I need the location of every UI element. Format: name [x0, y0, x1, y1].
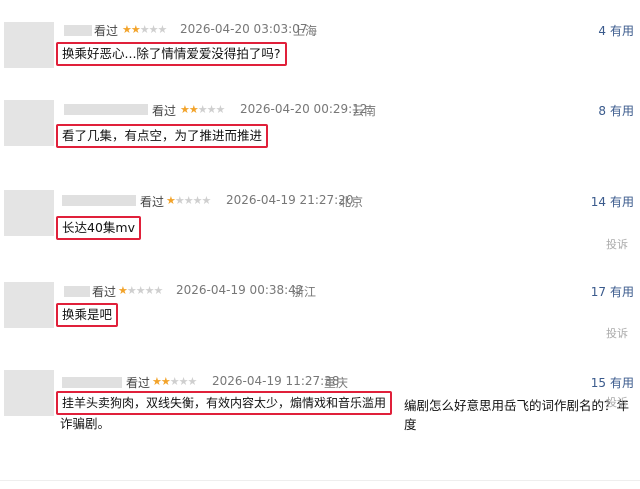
- review-time: 2026-04-20 00:29:12: [240, 102, 368, 116]
- useful-button[interactable]: 17 有用: [591, 283, 634, 300]
- review-time: 2026-04-19 21:27:20: [226, 193, 354, 207]
- comment-continuation: 诈骗剧。: [60, 416, 111, 431]
- star-icon: ★★: [152, 375, 171, 388]
- rating-stars: ★★★★★: [152, 375, 198, 389]
- useful-button[interactable]: 14 有用: [591, 193, 634, 210]
- rating-stars: ★★★★★: [118, 284, 163, 298]
- username[interactable]: [62, 195, 136, 206]
- useful-button[interactable]: 4 有用: [598, 22, 634, 39]
- report-link[interactable]: 投诉: [606, 325, 628, 341]
- star-empty-icon: ★★★: [139, 23, 168, 36]
- review-location: 浙江: [292, 285, 317, 299]
- rating-stars: ★★★★★: [122, 23, 168, 37]
- review-location: 云南: [352, 104, 377, 118]
- star-empty-icon: ★★★: [169, 375, 198, 388]
- useful-label: 有用: [609, 285, 634, 299]
- useful-label: 有用: [609, 376, 634, 390]
- watched-status: 看过: [152, 104, 177, 118]
- watched-status: 看过: [92, 285, 117, 299]
- star-icon: ★★: [180, 103, 199, 116]
- username[interactable]: [64, 286, 90, 297]
- star-icon: ★: [166, 194, 176, 207]
- comment-continuation: 编剧怎么好意思用岳飞的词作剧名的？年度: [404, 398, 630, 432]
- username[interactable]: [64, 104, 148, 115]
- useful-count: 14: [590, 195, 606, 209]
- useful-button[interactable]: 15 有用: [591, 374, 634, 391]
- review-location: 重庆: [324, 376, 349, 390]
- review-location: 北京: [339, 195, 364, 209]
- useful-label: 有用: [609, 195, 634, 209]
- useful-label: 有用: [609, 24, 634, 38]
- useful-count: 4: [598, 24, 606, 38]
- rating-stars: ★★★★★: [166, 194, 211, 208]
- useful-count: 8: [598, 104, 606, 118]
- comment-text: 换乘好恶心...除了情情爱爱没得拍了吗?: [56, 42, 287, 66]
- avatar[interactable]: [4, 100, 54, 146]
- avatar[interactable]: [4, 370, 54, 416]
- watched-status: 看过: [140, 195, 165, 209]
- watched-status: 看过: [94, 24, 119, 38]
- useful-label: 有用: [609, 104, 634, 118]
- watched-status: 看过: [126, 376, 151, 390]
- comment-text: 看了几集，有点空，为了推进而推进: [56, 124, 269, 148]
- review-time: 2026-04-20 03:03:07: [180, 22, 308, 36]
- useful-button[interactable]: 8 有用: [598, 102, 634, 119]
- rating-stars: ★★★★★: [180, 103, 226, 117]
- avatar[interactable]: [4, 282, 54, 328]
- comment-text: 挂羊头卖狗肉，双线失衡，有效内容太少，煽情戏和音乐滥用: [56, 391, 393, 415]
- review-time: 2026-04-19 00:38:42: [176, 283, 304, 297]
- star-empty-icon: ★★★★: [174, 194, 211, 207]
- report-link[interactable]: 投诉: [606, 394, 628, 410]
- avatar[interactable]: [4, 190, 54, 236]
- username[interactable]: [62, 377, 122, 388]
- comment-text: 换乘是吧: [56, 303, 119, 327]
- useful-count: 17: [590, 285, 606, 299]
- avatar[interactable]: [4, 22, 54, 68]
- report-link[interactable]: 投诉: [606, 236, 628, 252]
- star-icon: ★: [118, 284, 128, 297]
- divider: [0, 480, 640, 481]
- star-icon: ★★: [122, 23, 141, 36]
- username[interactable]: [64, 25, 92, 36]
- comment-text: 长达40集mv: [56, 216, 141, 240]
- useful-count: 15: [590, 376, 606, 390]
- review-time: 2026-04-19 11:27:38: [212, 374, 340, 388]
- review-location: 上海: [293, 24, 318, 38]
- star-empty-icon: ★★★★: [126, 284, 163, 297]
- star-empty-icon: ★★★: [197, 103, 226, 116]
